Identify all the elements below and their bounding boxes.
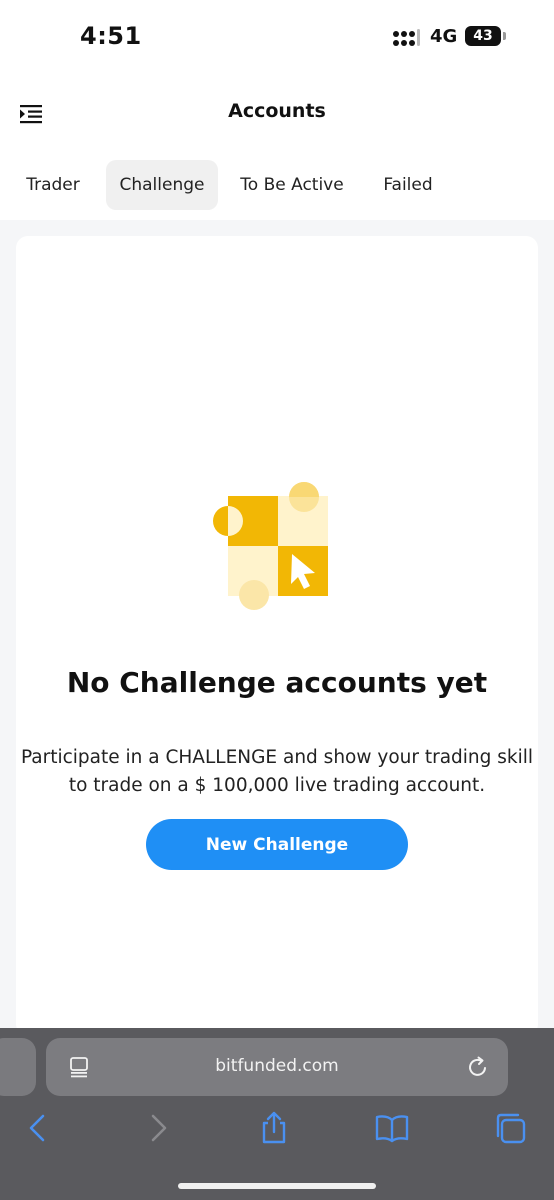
account-tabs: Trader Challenge To Be Active Failed	[0, 154, 554, 220]
app-header: Accounts	[0, 72, 554, 154]
page-title: Accounts	[228, 100, 326, 122]
tab-failed[interactable]: Failed	[370, 160, 446, 210]
browser-toolbar: bitfunded.com	[0, 1028, 554, 1200]
tab-to-be-active[interactable]: To Be Active	[232, 160, 352, 210]
forward-icon[interactable]	[140, 1110, 176, 1146]
tabs-icon[interactable]	[492, 1110, 528, 1146]
previous-tab-preview[interactable]	[0, 1038, 36, 1096]
reload-icon[interactable]	[466, 1055, 490, 1079]
battery-icon: 43	[465, 26, 501, 46]
new-challenge-button[interactable]: New Challenge	[146, 819, 408, 870]
empty-state-card: No Challenge accounts yet Participate in…	[16, 236, 538, 1036]
network-type: 4G	[430, 26, 458, 47]
home-indicator[interactable]	[178, 1183, 376, 1189]
checker-cursor-illustration	[213, 482, 328, 610]
status-time: 4:51	[80, 22, 142, 50]
status-bar: 4:51 4G 43	[0, 0, 554, 72]
share-icon[interactable]	[256, 1110, 292, 1146]
battery-level: 43	[473, 28, 493, 44]
signal-icon	[393, 29, 420, 46]
tab-trader[interactable]: Trader	[14, 160, 92, 210]
bookmarks-icon[interactable]	[374, 1110, 410, 1146]
back-icon[interactable]	[20, 1110, 56, 1146]
address-bar[interactable]: bitfunded.com	[46, 1038, 508, 1096]
battery-cap	[503, 32, 506, 40]
empty-state-description: Participate in a CHALLENGE and show your…	[20, 747, 534, 796]
empty-state-title: No Challenge accounts yet	[66, 666, 488, 699]
tab-challenge[interactable]: Challenge	[106, 160, 218, 210]
url-text: bitfunded.com	[215, 1056, 339, 1076]
